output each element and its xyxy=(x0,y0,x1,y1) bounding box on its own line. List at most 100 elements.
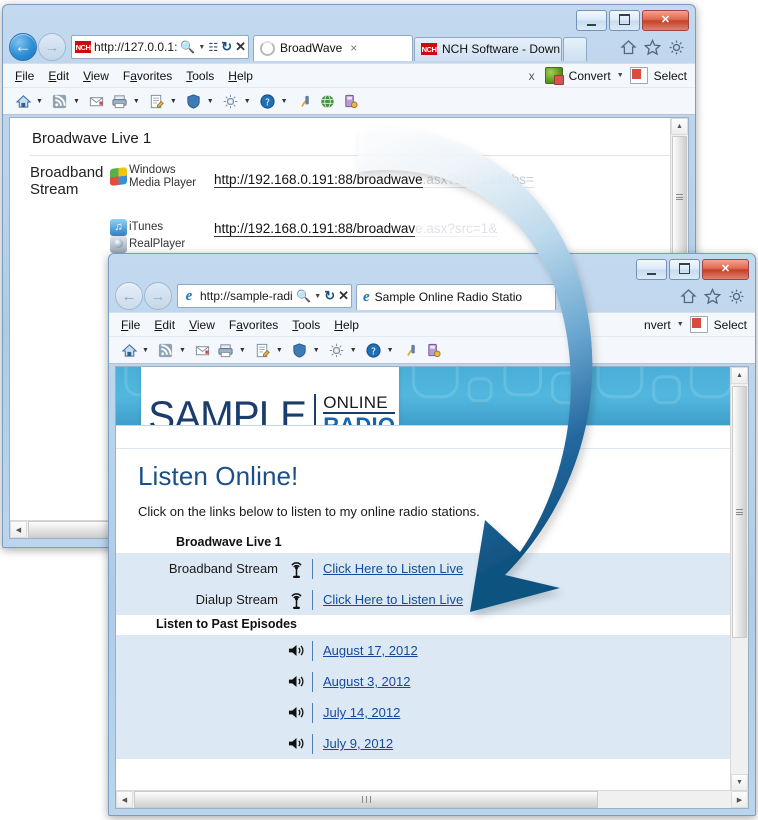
new-tab-button[interactable] xyxy=(563,37,587,61)
feeds-chevron-down-icon[interactable]: ▼ xyxy=(73,98,80,105)
favorites-star-icon[interactable] xyxy=(704,288,721,305)
menu-tools[interactable]: Tools xyxy=(186,69,214,83)
select-button[interactable]: Select xyxy=(714,318,747,332)
favorites-star-icon[interactable] xyxy=(644,39,661,56)
window2-controls[interactable]: ✕ xyxy=(636,259,749,280)
home-icon[interactable] xyxy=(680,288,697,305)
convert-button[interactable]: Convert xyxy=(569,69,611,83)
episode-row[interactable]: July 9, 2012 xyxy=(116,728,731,759)
address-bar-tools[interactable]: 🔍 ▼ ☷ ↻ ✕ xyxy=(177,39,246,55)
help-icon[interactable]: ? xyxy=(364,340,384,360)
home-chevron-down-icon[interactable]: ▼ xyxy=(36,98,43,105)
tab-broadwave[interactable]: BroadWave × xyxy=(253,35,413,61)
safety-shield-icon[interactable] xyxy=(184,91,204,111)
menu-view[interactable]: View xyxy=(83,69,109,83)
print-icon[interactable] xyxy=(216,340,236,360)
menu-help[interactable]: Help xyxy=(334,318,359,332)
window1-nav-row[interactable]: ← → NCH http://127.0.0.1:8 🔍 ▼ ☷ ↻ ✕ Bro… xyxy=(3,31,695,63)
menu-edit[interactable]: Edit xyxy=(48,69,69,83)
pen-icon[interactable] xyxy=(401,340,421,360)
tab-strip[interactable]: BroadWave × NCH NCH Software - Down... xyxy=(253,34,588,61)
vertical-scroll-thumb[interactable] xyxy=(732,386,747,638)
convert-button[interactable]: nvert xyxy=(644,318,671,332)
window2-chrome-buttons[interactable] xyxy=(680,288,751,305)
select-button[interactable]: Select xyxy=(654,69,687,83)
refresh-icon[interactable]: ↻ xyxy=(221,39,232,55)
menu-tools[interactable]: Tools xyxy=(292,318,320,332)
read-mail-icon[interactable] xyxy=(193,340,213,360)
window1-titlebar[interactable]: ✕ xyxy=(3,5,695,31)
safety-chevron-down-icon[interactable]: ▼ xyxy=(207,98,214,105)
feeds-icon[interactable] xyxy=(50,91,70,111)
home-icon[interactable] xyxy=(119,340,139,360)
home-icon[interactable] xyxy=(13,91,33,111)
convert-chevron-down-icon[interactable]: ▼ xyxy=(677,321,684,328)
episode-link[interactable]: July 9, 2012 xyxy=(323,736,393,751)
chevron-down-icon[interactable]: ▼ xyxy=(198,44,205,51)
menu-edit[interactable]: Edit xyxy=(154,318,175,332)
minimize-button[interactable] xyxy=(576,10,607,31)
print-chevron-down-icon[interactable]: ▼ xyxy=(133,98,140,105)
listen-live-link[interactable]: Click Here to Listen Live xyxy=(323,561,463,576)
help-icon[interactable]: ? xyxy=(258,91,278,111)
menu-favorites[interactable]: Favorites xyxy=(229,318,278,332)
scroll-right-icon[interactable]: ▶ xyxy=(731,791,748,808)
forward-button[interactable]: → xyxy=(38,33,66,61)
page-chevron-down-icon[interactable]: ▼ xyxy=(276,347,283,354)
page-icon[interactable] xyxy=(147,91,167,111)
horizontal-scroll-thumb[interactable] xyxy=(134,791,598,808)
listen-live-link[interactable]: Click Here to Listen Live xyxy=(323,592,463,607)
help-chevron-down-icon[interactable]: ▼ xyxy=(387,347,394,354)
stop-icon[interactable]: ✕ xyxy=(338,288,349,304)
back-button[interactable]: ← xyxy=(9,33,37,61)
window2-menubar[interactable]: File Edit View Favorites Tools Help nver… xyxy=(109,312,755,336)
browser-window-sample-radio[interactable]: ✕ ← → e http://sample-radi 🔍 ▼ ↻ ✕ e Sam… xyxy=(108,253,756,816)
window1-menubar-right[interactable]: x Convert ▼ Select xyxy=(529,67,695,84)
print-icon[interactable] xyxy=(110,91,130,111)
stream-link-2[interactable]: http://192.168.0.191:88/broadwave.asx?sr… xyxy=(214,221,688,236)
stream-link-1[interactable]: http://192.168.0.191:88/broadwave.asx?sr… xyxy=(214,172,688,187)
home-chevron-down-icon[interactable]: ▼ xyxy=(142,347,149,354)
episode-link[interactable]: July 14, 2012 xyxy=(323,705,400,720)
tab-strip[interactable]: e Sample Online Radio Statio xyxy=(356,283,557,310)
window2-menubar-right[interactable]: nvert ▼ Select xyxy=(644,316,755,333)
scroll-up-icon[interactable]: ▲ xyxy=(731,367,748,384)
tab-nch-software[interactable]: NCH NCH Software - Down... xyxy=(414,37,562,61)
tools-chevron-down-icon[interactable]: ▼ xyxy=(244,98,251,105)
settings-gear-icon[interactable] xyxy=(728,288,745,305)
window2-titlebar[interactable]: ✕ xyxy=(109,254,755,280)
compatibility-view-icon[interactable]: ☷ xyxy=(208,41,218,54)
convert-chevron-down-icon[interactable]: ▼ xyxy=(617,72,624,79)
tools-chevron-down-icon[interactable]: ▼ xyxy=(350,347,357,354)
back-button[interactable]: ← xyxy=(115,282,143,310)
episode-row[interactable]: August 17, 2012 xyxy=(116,635,731,666)
menu-favorites[interactable]: Favorites xyxy=(123,69,172,83)
globe-icon[interactable] xyxy=(318,91,338,111)
tab-close-icon[interactable]: × xyxy=(350,41,357,55)
page-icon[interactable] xyxy=(253,340,273,360)
window1-controls[interactable]: ✕ xyxy=(576,10,689,31)
window2-command-bar[interactable]: ▼ ▼ ▼ ▼ ▼ ▼ ? ▼ xyxy=(109,336,755,364)
search-icon[interactable]: 🔍 xyxy=(180,40,195,54)
search-icon[interactable]: 🔍 xyxy=(296,289,311,303)
window1-menubar[interactable]: File Edit View Favorites Tools Help x Co… xyxy=(3,63,695,87)
stream-row-broadband[interactable]: Broadband Stream Click Here to Listen Li… xyxy=(116,553,731,584)
forward-button[interactable]: → xyxy=(144,282,172,310)
menu-help[interactable]: Help xyxy=(228,69,253,83)
feeds-chevron-down-icon[interactable]: ▼ xyxy=(179,347,186,354)
tab-sample-online-radio[interactable]: e Sample Online Radio Statio xyxy=(356,284,556,310)
scroll-left-icon[interactable]: ◀ xyxy=(116,791,133,808)
address-bar-tools[interactable]: 🔍 ▼ ↻ ✕ xyxy=(293,288,349,304)
safety-chevron-down-icon[interactable]: ▼ xyxy=(313,347,320,354)
scroll-up-icon[interactable]: ▲ xyxy=(671,118,688,135)
page-chevron-down-icon[interactable]: ▼ xyxy=(170,98,177,105)
suite-icon[interactable] xyxy=(424,340,444,360)
maximize-button[interactable] xyxy=(669,259,700,280)
addon-close-icon[interactable]: x xyxy=(529,69,535,83)
stream-row-dialup[interactable]: Dialup Stream Click Here to Listen Live xyxy=(116,584,731,615)
address-bar[interactable]: e http://sample-radi 🔍 ▼ ↻ ✕ xyxy=(177,284,352,308)
tools-gear-icon[interactable] xyxy=(327,340,347,360)
suite-icon[interactable] xyxy=(341,91,361,111)
feeds-icon[interactable] xyxy=(156,340,176,360)
maximize-button[interactable] xyxy=(609,10,640,31)
